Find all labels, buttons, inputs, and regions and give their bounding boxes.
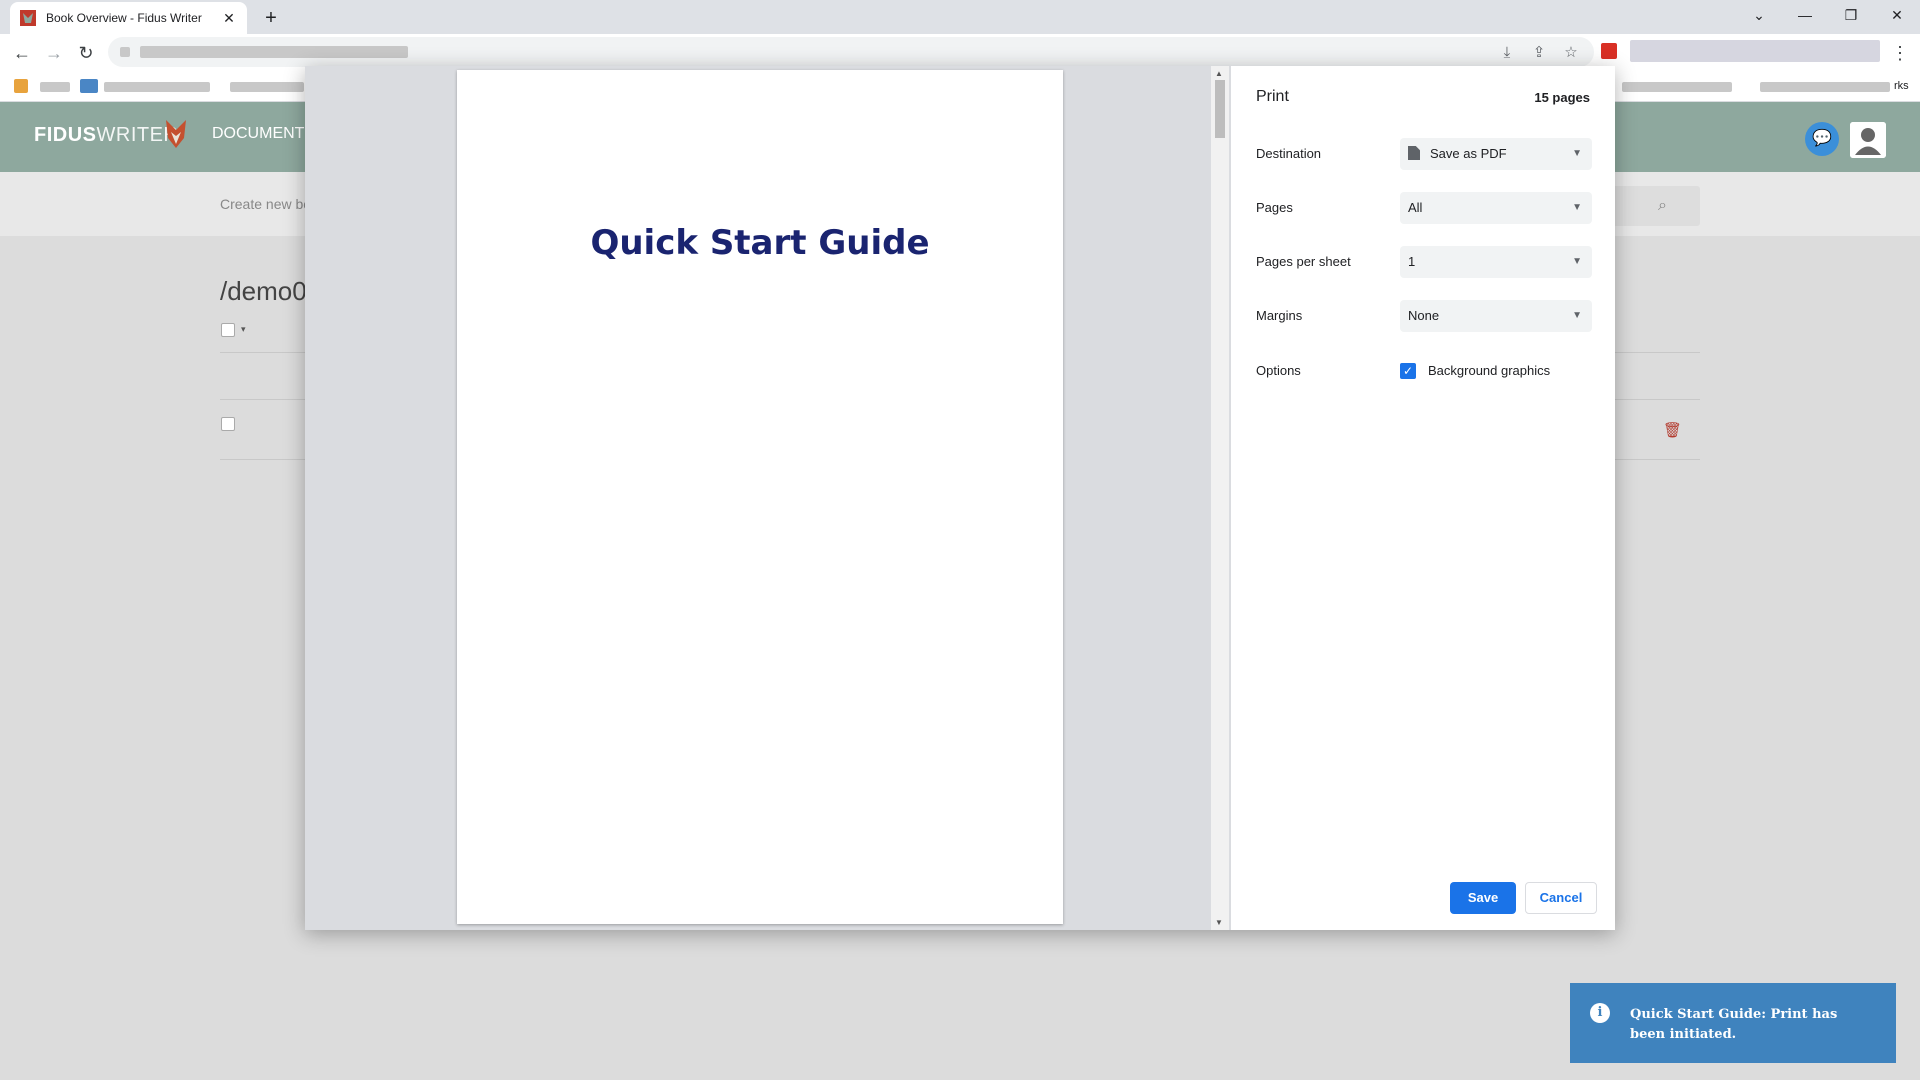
forward-icon[interactable]: → xyxy=(40,39,68,67)
bookmark-redacted[interactable] xyxy=(230,82,304,92)
tab-title: Book Overview - Fidus Writer xyxy=(46,11,202,25)
folder-path-heading: /demo0 xyxy=(220,276,307,306)
toast-notification[interactable]: i Quick Start Guide: Print has been init… xyxy=(1570,983,1896,1063)
browser-tabstrip: Book Overview - Fidus Writer ✕ + ⌄ — ❐ ✕ xyxy=(0,0,1920,34)
scroll-up-arrow-icon[interactable]: ▲ xyxy=(1215,69,1223,78)
close-window-button[interactable]: ✕ xyxy=(1874,0,1920,30)
logo-bold-text: FIDUS xyxy=(34,124,97,146)
toast-message: Quick Start Guide: Print has been initia… xyxy=(1630,1007,1838,1042)
cancel-button[interactable]: Cancel xyxy=(1525,882,1597,914)
extension-icon[interactable] xyxy=(1601,43,1617,59)
dropdown-arrow-icon: ▼ xyxy=(1572,148,1582,159)
restore-button[interactable]: ❐ xyxy=(1828,0,1874,30)
row-checkbox[interactable] xyxy=(221,417,235,431)
scroll-thumb[interactable] xyxy=(1215,80,1225,138)
document-icon xyxy=(1408,146,1420,160)
browser-tab[interactable]: Book Overview - Fidus Writer ✕ xyxy=(10,2,247,34)
select-all-checkbox[interactable] xyxy=(221,323,235,337)
info-icon: i xyxy=(1590,1003,1610,1023)
bookmark-star-icon[interactable]: ☆ xyxy=(1562,44,1580,62)
back-icon[interactable]: ← xyxy=(8,39,36,67)
background-graphics-checkbox[interactable]: ✓ xyxy=(1400,363,1416,379)
options-label: Options xyxy=(1256,363,1301,378)
address-bar[interactable]: ⤓ ⇪ ☆ xyxy=(108,37,1594,67)
pages-value: All xyxy=(1408,200,1423,215)
pages-label: Pages xyxy=(1256,200,1293,215)
destination-select[interactable]: Save as PDF ▼ xyxy=(1400,138,1592,170)
close-tab-icon[interactable]: ✕ xyxy=(221,10,237,27)
minimize-button[interactable]: — xyxy=(1782,0,1828,30)
site-info-icon[interactable] xyxy=(120,47,130,57)
margins-select[interactable]: None ▼ xyxy=(1400,300,1592,332)
browser-menu-icon[interactable]: ⋮ xyxy=(1886,39,1914,67)
select-dropdown-arrow-icon[interactable]: ▾ xyxy=(241,324,246,335)
nav-documents-link[interactable]: DOCUMENT xyxy=(212,125,304,143)
save-button[interactable]: Save xyxy=(1450,882,1516,914)
margins-label: Margins xyxy=(1256,308,1303,323)
scroll-down-arrow-icon[interactable]: ▼ xyxy=(1215,918,1223,927)
fidus-writer-logo[interactable]: FIDUSWRITER xyxy=(34,124,178,147)
url-text-redacted xyxy=(140,46,408,58)
extensions-redacted xyxy=(1630,40,1880,62)
preview-document-title: Quick Start Guide xyxy=(590,223,930,263)
reload-icon[interactable]: ↻ xyxy=(72,39,100,67)
bookmark-redacted[interactable] xyxy=(104,82,210,92)
preview-scrollbar[interactable]: ▲ ▼ xyxy=(1211,66,1229,930)
print-dialog: Quick Start Guide ▲ ▼ Print 15 pages Des… xyxy=(305,66,1615,930)
apps-grid-icon[interactable] xyxy=(14,79,28,93)
search-icon[interactable]: ⌕ xyxy=(1658,197,1667,215)
bookmark-redacted[interactable] xyxy=(1622,82,1732,92)
fox-logo-icon xyxy=(166,120,186,148)
dropdown-arrow-icon: ▼ xyxy=(1572,202,1582,213)
margins-value: None xyxy=(1408,308,1440,323)
pages-per-sheet-select[interactable]: 1 ▼ xyxy=(1400,246,1592,278)
destination-label: Destination xyxy=(1256,146,1322,161)
user-avatar-icon[interactable] xyxy=(1850,122,1886,158)
pages-per-sheet-value: 1 xyxy=(1408,254,1416,269)
dropdown-arrow-icon: ▼ xyxy=(1572,256,1582,267)
share-icon[interactable]: ⇪ xyxy=(1530,44,1548,62)
search-input[interactable] xyxy=(1600,186,1700,226)
install-icon[interactable]: ⤓ xyxy=(1498,44,1516,62)
bookmark-redacted[interactable] xyxy=(40,82,70,92)
bookmark-redacted[interactable] xyxy=(1760,82,1890,92)
print-preview-area: Quick Start Guide ▲ ▼ xyxy=(305,66,1231,930)
page-count: 15 pages xyxy=(1534,90,1590,105)
trash-icon[interactable]: 🗑 xyxy=(1663,421,1682,439)
print-title: Print xyxy=(1256,88,1289,105)
tab-search-icon[interactable]: ⌄ xyxy=(1736,0,1782,30)
pages-select[interactable]: All ▼ xyxy=(1400,192,1592,224)
pages-per-sheet-label: Pages per sheet xyxy=(1256,254,1351,269)
dropdown-arrow-icon: ▼ xyxy=(1572,310,1582,321)
fidus-favicon-icon xyxy=(20,10,36,26)
new-tab-button[interactable]: + xyxy=(257,4,285,32)
print-settings-panel: Print 15 pages Destination Save as PDF ▼… xyxy=(1231,66,1615,930)
chat-icon[interactable]: 💬 xyxy=(1805,122,1839,156)
bookmark-folder-icon[interactable] xyxy=(80,79,98,93)
other-bookmarks-label[interactable]: rks xyxy=(1894,80,1909,92)
destination-value: Save as PDF xyxy=(1430,146,1507,161)
preview-page: Quick Start Guide xyxy=(457,70,1063,924)
create-new-book-button[interactable]: Create new bo xyxy=(220,196,311,212)
background-graphics-label[interactable]: Background graphics xyxy=(1428,363,1550,378)
